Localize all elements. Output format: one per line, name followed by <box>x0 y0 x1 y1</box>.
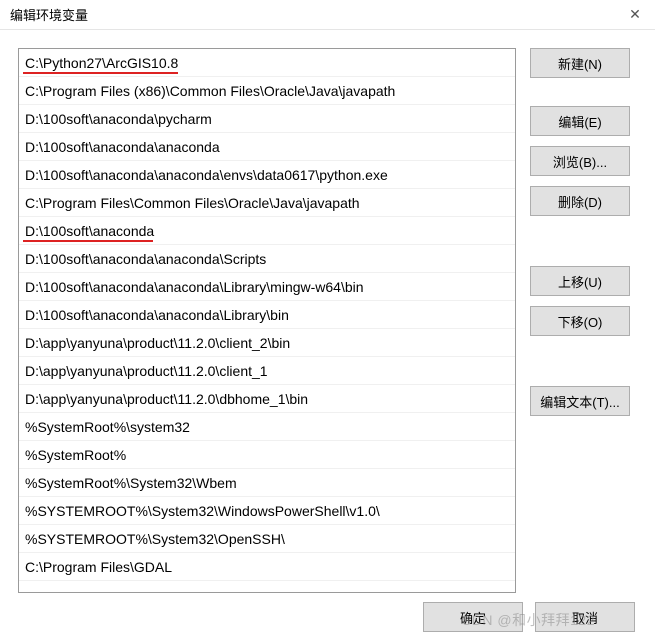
edit-text-button[interactable]: 编辑文本(T)... <box>530 386 630 416</box>
titlebar: 编辑环境变量 ✕ <box>0 0 655 30</box>
list-item[interactable]: C:\Program Files (x86)\Common Files\Orac… <box>19 77 515 105</box>
edit-button[interactable]: 编辑(E) <box>530 106 630 136</box>
close-icon: ✕ <box>629 6 641 23</box>
list-item[interactable]: D:\100soft\anaconda\anaconda\Library\bin <box>19 301 515 329</box>
dialog-footer: 确定 取消 <box>423 602 635 632</box>
list-item[interactable]: D:\app\yanyuna\product\11.2.0\client_1 <box>19 357 515 385</box>
move-down-button[interactable]: 下移(O) <box>530 306 630 336</box>
list-item[interactable]: %SystemRoot%\system32 <box>19 413 515 441</box>
browse-button[interactable]: 浏览(B)... <box>530 146 630 176</box>
list-item[interactable]: D:\100soft\anaconda\anaconda\envs\data06… <box>19 161 515 189</box>
delete-button[interactable]: 删除(D) <box>530 186 630 216</box>
path-listbox[interactable]: C:\Python27\ArcGIS10.8C:\Program Files (… <box>18 48 516 593</box>
list-item[interactable]: %SYSTEMROOT%\System32\OpenSSH\ <box>19 525 515 553</box>
list-item[interactable]: %SystemRoot%\System32\Wbem <box>19 469 515 497</box>
cancel-button[interactable]: 取消 <box>535 602 635 632</box>
list-item[interactable]: C:\Python27\ArcGIS10.8 <box>19 49 515 77</box>
close-button[interactable]: ✕ <box>623 4 647 24</box>
list-item[interactable]: %SYSTEMROOT%\System32\WindowsPowerShell\… <box>19 497 515 525</box>
list-item[interactable]: %SystemRoot% <box>19 441 515 469</box>
new-button[interactable]: 新建(N) <box>530 48 630 78</box>
list-item[interactable]: D:\100soft\anaconda\anaconda <box>19 133 515 161</box>
list-item[interactable]: C:\Program Files\GDAL <box>19 553 515 581</box>
list-item[interactable]: D:\100soft\anaconda\anaconda\Scripts <box>19 245 515 273</box>
list-item[interactable]: D:\100soft\anaconda <box>19 217 515 245</box>
list-item[interactable]: D:\app\yanyuna\product\11.2.0\client_2\b… <box>19 329 515 357</box>
list-item[interactable]: D:\100soft\anaconda\pycharm <box>19 105 515 133</box>
button-column: 新建(N) 编辑(E) 浏览(B)... 删除(D) 上移(U) 下移(O) 编… <box>530 48 630 593</box>
move-up-button[interactable]: 上移(U) <box>530 266 630 296</box>
ok-button[interactable]: 确定 <box>423 602 523 632</box>
window-title: 编辑环境变量 <box>10 5 88 24</box>
content-area: C:\Python27\ArcGIS10.8C:\Program Files (… <box>0 30 655 603</box>
list-item[interactable]: D:\app\yanyuna\product\11.2.0\dbhome_1\b… <box>19 385 515 413</box>
list-item[interactable]: D:\100soft\anaconda\anaconda\Library\min… <box>19 273 515 301</box>
list-item[interactable]: C:\Program Files\Common Files\Oracle\Jav… <box>19 189 515 217</box>
